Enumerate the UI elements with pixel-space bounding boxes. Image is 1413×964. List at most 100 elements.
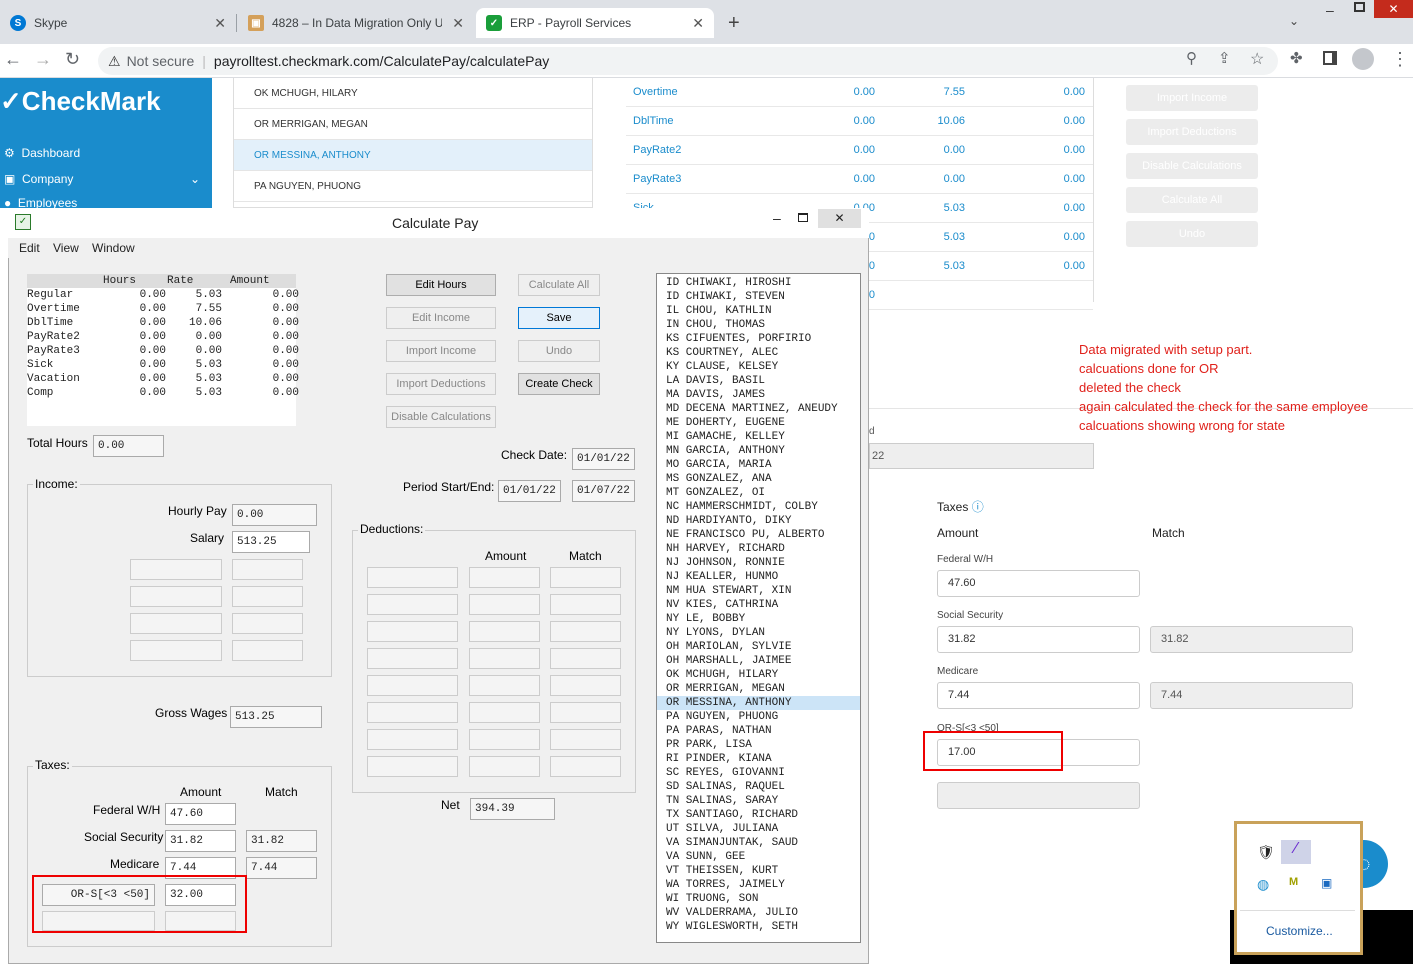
tab-data-migration[interactable]: ▣ 4828 – In Data Migration Only UI ✕ bbox=[238, 8, 474, 38]
import-deductions-button[interactable]: Import Deductions bbox=[1126, 119, 1258, 145]
disable-calculations-button[interactable]: Disable Calculations bbox=[386, 406, 496, 428]
zoom-icon[interactable]: ⚲ bbox=[1186, 49, 1197, 67]
close-tab-icon[interactable]: ✕ bbox=[214, 15, 226, 32]
nav-employees[interactable]: ● Employees bbox=[4, 196, 77, 208]
tray-network-icon[interactable]: ▣ bbox=[1321, 876, 1332, 890]
omnibox[interactable]: ⚠ Not secure | payrolltest.checkmark.com… bbox=[98, 47, 1278, 75]
tab-search-icon[interactable]: ⌄ bbox=[1289, 14, 1299, 28]
list-item[interactable]: OK MCHUGH, HILARY bbox=[657, 668, 860, 682]
list-item[interactable]: PR PARK, LISA bbox=[657, 738, 860, 752]
list-item[interactable]: KY CLAUSE, KELSEY bbox=[657, 360, 860, 374]
list-item[interactable]: PA NGUYEN, PHUONG bbox=[234, 171, 592, 202]
list-item[interactable]: TX SANTIAGO, RICHARD bbox=[657, 808, 860, 822]
profile-avatar-icon[interactable] bbox=[1352, 48, 1374, 70]
list-item-selected[interactable]: OR MESSINA, ANTHONY bbox=[657, 696, 860, 710]
list-item[interactable]: OK MCHUGH, HILARY bbox=[234, 78, 592, 109]
list-item[interactable]: TN SALINAS, SARAY bbox=[657, 794, 860, 808]
social-security-amount[interactable]: 31.82 bbox=[937, 626, 1140, 653]
minimize-icon[interactable]: ‒ bbox=[1326, 2, 1334, 18]
tray-ime-icon[interactable]: M bbox=[1289, 876, 1298, 888]
list-item[interactable]: NH HARVEY, RICHARD bbox=[657, 542, 860, 556]
list-item[interactable]: PA PARAS, NATHAN bbox=[657, 724, 860, 738]
period-start-field[interactable]: 01/01/22 bbox=[498, 480, 561, 502]
close-tab-icon[interactable]: ✕ bbox=[452, 15, 464, 32]
undo-button[interactable]: Undo bbox=[1126, 221, 1258, 247]
hourly-pay-field[interactable]: 0.00 bbox=[232, 504, 317, 526]
list-item[interactable]: NM HUA STEWART, XIN bbox=[657, 584, 860, 598]
list-item[interactable]: UT SILVA, JULIANA bbox=[657, 822, 860, 836]
list-item[interactable]: NJ KEALLER, HUNMO bbox=[657, 570, 860, 584]
tray-app-icon[interactable]: 🛡 bbox=[1257, 844, 1275, 861]
list-item-selected[interactable]: OR MESSINA, ANTHONY bbox=[234, 140, 592, 171]
list-item[interactable]: OR MERRIGAN, MEGAN bbox=[657, 682, 860, 696]
list-item[interactable]: NC HAMMERSCHMIDT, COLBY bbox=[657, 500, 860, 514]
list-item[interactable]: MN GARCIA, ANTHONY bbox=[657, 444, 860, 458]
list-item[interactable]: OR MERRIGAN, MEGAN bbox=[234, 109, 592, 140]
list-item[interactable]: MO GARCIA, MARIA bbox=[657, 458, 860, 472]
list-item[interactable]: MA DAVIS, JAMES bbox=[657, 388, 860, 402]
salary-field[interactable]: 513.25 bbox=[232, 531, 310, 553]
list-item[interactable]: SD SALINAS, RAQUEL bbox=[657, 780, 860, 794]
side-panel-icon[interactable] bbox=[1323, 51, 1337, 65]
federal-wh-amount[interactable]: 47.60 bbox=[937, 570, 1140, 597]
list-item[interactable]: VT THEISSEN, KURT bbox=[657, 864, 860, 878]
calculate-all-button[interactable]: Calculate All bbox=[518, 274, 600, 296]
list-item[interactable]: NJ JOHNSON, RONNIE bbox=[657, 556, 860, 570]
partial-field[interactable]: 22 bbox=[869, 443, 1094, 469]
bookmark-star-icon[interactable]: ☆ bbox=[1250, 49, 1264, 69]
undo-button[interactable]: Undo bbox=[518, 340, 600, 362]
list-item[interactable]: IN CHOU, THOMAS bbox=[657, 318, 860, 332]
list-item[interactable]: ME DOHERTY, EUGENE bbox=[657, 416, 860, 430]
maximize-icon[interactable] bbox=[798, 213, 808, 222]
list-item[interactable]: SC REYES, GIOVANNI bbox=[657, 766, 860, 780]
menu-edit[interactable]: Edit bbox=[19, 241, 40, 255]
tab-erp-payroll[interactable]: ✓ ERP - Payroll Services ✕ bbox=[476, 8, 714, 38]
calculate-all-button[interactable]: Calculate All bbox=[1126, 187, 1258, 213]
new-tab-icon[interactable]: + bbox=[728, 12, 740, 35]
list-item[interactable]: OH MARIOLAN, SYLVIE bbox=[657, 640, 860, 654]
list-item[interactable]: KS CIFUENTES, PORFIRIO bbox=[657, 332, 860, 346]
list-item[interactable]: ID CHIWAKI, HIROSHI bbox=[657, 276, 860, 290]
reload-icon[interactable]: ↻ bbox=[65, 49, 80, 70]
list-item[interactable]: WI TRUONG, SON bbox=[657, 892, 860, 906]
list-item[interactable]: NE FRANCISCO PU, ALBERTO bbox=[657, 528, 860, 542]
tray-globe-icon[interactable]: ◍ bbox=[1257, 876, 1269, 893]
import-income-button[interactable]: Import Income bbox=[1126, 85, 1258, 111]
list-item[interactable]: NY LE, BOBBY bbox=[657, 612, 860, 626]
list-item[interactable]: VA SUNN, GEE bbox=[657, 850, 860, 864]
list-item[interactable]: PA NGUYEN, PHUONG bbox=[657, 710, 860, 724]
list-item[interactable]: VA SIMANJUNTAK, SAUD bbox=[657, 836, 860, 850]
minimize-icon[interactable]: ‒ bbox=[773, 210, 781, 226]
federal-wh-amount[interactable]: 47.60 bbox=[165, 803, 236, 825]
list-item[interactable]: NV KIES, CATHRINA bbox=[657, 598, 860, 612]
list-item[interactable]: WY WIGLESWORTH, SETH bbox=[657, 920, 860, 934]
list-item[interactable]: MI GAMACHE, KELLEY bbox=[657, 430, 860, 444]
employee-listbox[interactable]: ID CHIWAKI, HIROSHI ID CHIWAKI, STEVEN IL … bbox=[656, 273, 861, 943]
check-date-field[interactable]: 01/01/22 bbox=[572, 448, 635, 470]
menu-window[interactable]: Window bbox=[92, 241, 135, 255]
social-security-amount[interactable]: 31.82 bbox=[165, 830, 236, 852]
menu-kebab-icon[interactable]: ⋮ bbox=[1391, 49, 1409, 70]
extensions-icon[interactable]: ✤ bbox=[1290, 49, 1303, 67]
close-icon[interactable]: ✕ bbox=[818, 209, 861, 228]
list-item[interactable]: KS COURTNEY, ALEC bbox=[657, 346, 860, 360]
tab-skype[interactable]: S Skype ✕ bbox=[0, 8, 236, 38]
medicare-amount[interactable]: 7.44 bbox=[937, 682, 1140, 709]
forward-icon[interactable]: → bbox=[34, 49, 52, 70]
back-icon[interactable]: ← bbox=[4, 49, 22, 70]
disable-calculations-button[interactable]: Disable Calculations bbox=[1126, 153, 1258, 179]
create-check-button[interactable]: Create Check bbox=[518, 373, 600, 395]
list-item[interactable]: ID CHIWAKI, STEVEN bbox=[657, 290, 860, 304]
list-item[interactable]: RI PINDER, KIANA bbox=[657, 752, 860, 766]
list-item[interactable]: NY LYONS, DYLAN bbox=[657, 626, 860, 640]
close-tab-icon[interactable]: ✕ bbox=[692, 15, 704, 32]
period-end-field[interactable]: 01/07/22 bbox=[572, 480, 635, 502]
nav-company[interactable]: ▣ Company ⌄ bbox=[4, 172, 200, 186]
edit-hours-button[interactable]: Edit Hours bbox=[386, 274, 496, 296]
info-icon[interactable]: ⓘ bbox=[972, 500, 984, 514]
nav-dashboard[interactable]: ⚙ Dashboard bbox=[4, 146, 80, 160]
import-income-button[interactable]: Import Income bbox=[386, 340, 496, 362]
list-item[interactable]: MS GONZALEZ, ANA bbox=[657, 472, 860, 486]
list-item[interactable]: IL CHOU, KATHLIN bbox=[657, 304, 860, 318]
maximize-icon[interactable] bbox=[1354, 2, 1365, 12]
